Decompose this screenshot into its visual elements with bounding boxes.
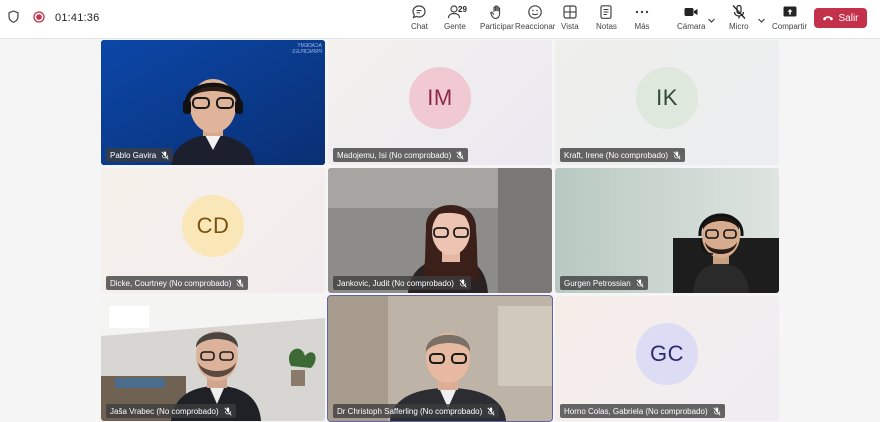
mic-off-icon [161,151,169,159]
grid-view-icon [563,5,577,19]
participant-avatar: IM [409,66,471,129]
participant-avatar: CD [182,194,244,257]
mic-off-icon [732,4,746,19]
hang-up-icon [823,16,834,21]
participant-name-tag: Dr Christoph Safferling (No comprobado) [333,404,500,418]
background-logo-text: ACADEMY PRINCIPLES [292,43,322,55]
participant-tile[interactable]: Gurgen Petrossian [555,168,779,293]
mic-off-icon [459,279,467,287]
participant-name-tag: Kraft, Irene (No comprobado) [560,148,686,162]
react-button[interactable]: Reaccionar [515,4,555,31]
people-button[interactable]: 29 Gente [444,4,467,31]
camera-button[interactable]: Cámara [677,4,705,31]
participant-name-tag: Dicke, Courtney (No comprobado) [106,276,249,290]
participant-name-tag: Gurgen Petrossian [560,276,648,290]
mic-options-chevron-down-icon[interactable] [757,12,766,30]
participant-name-tag: Jankovic, Judit (No comprobado) [333,276,471,290]
participant-name-tag: Madojemu, Isi (No comprobado) [333,148,469,162]
share-button[interactable]: Compartir [772,4,807,31]
share-screen-icon [783,6,797,17]
mic-off-icon [673,151,681,159]
more-icon [635,10,649,14]
participant-tile[interactable]: IK Kraft, Irene (No comprobado) [555,40,779,165]
participant-avatar: IK [636,66,698,129]
notes-button[interactable]: Notas [596,4,617,31]
mic-off-icon [224,407,232,415]
leave-button[interactable]: Salir [814,8,867,28]
more-button[interactable]: Más [634,4,650,31]
chat-icon [412,5,427,19]
participant-avatar: GC [636,322,698,385]
participant-name-tag: Jaša Vrabec (No comprobado) [106,404,236,418]
emoji-icon [528,5,543,19]
mic-off-icon [487,407,495,415]
participant-tile[interactable]: CD Dicke, Courtney (No comprobado) [101,168,325,293]
participant-tile[interactable]: ACADEMY PRINCIPLES Pablo Gavira [101,40,325,165]
camera-icon [684,8,698,16]
shield-icon [8,10,19,26]
participant-name-tag: Pablo Gavira [106,148,174,162]
meeting-toolbar: 01:41:36 Chat 29 Gente Participar Reacci… [0,0,880,39]
participant-tile-active-speaker[interactable]: Dr Christoph Safferling (No comprobado) [327,295,553,422]
notes-icon [600,5,613,19]
recording-icon [33,10,45,26]
video-grid: ACADEMY PRINCIPLES Pablo Gavira IM Madoj… [101,40,779,422]
mic-off-icon [713,407,721,415]
chat-button[interactable]: Chat [411,4,428,31]
mic-off-icon [456,151,464,159]
mic-button[interactable]: Micro [729,4,749,31]
participant-name-tag: Horno Colas, Gabriela (No comprobado) [560,404,725,418]
participant-tile[interactable]: Jaša Vrabec (No comprobado) [101,296,325,421]
people-count: 29 [458,5,467,14]
view-button[interactable]: Vista [561,4,579,31]
participant-tile[interactable]: IM Madojemu, Isi (No comprobado) [328,40,552,165]
camera-options-chevron-down-icon[interactable] [707,12,716,30]
raise-hand-icon [490,5,501,20]
meeting-status: 01:41:36 [8,10,99,26]
meeting-timer: 01:41:36 [55,12,100,24]
participant-tile[interactable]: GC Horno Colas, Gabriela (No comprobado) [555,296,779,421]
participant-tile[interactable]: Jankovic, Judit (No comprobado) [328,168,552,293]
mic-off-icon [636,279,644,287]
raise-hand-button[interactable]: Participar [480,4,514,31]
mic-off-icon [236,279,244,287]
